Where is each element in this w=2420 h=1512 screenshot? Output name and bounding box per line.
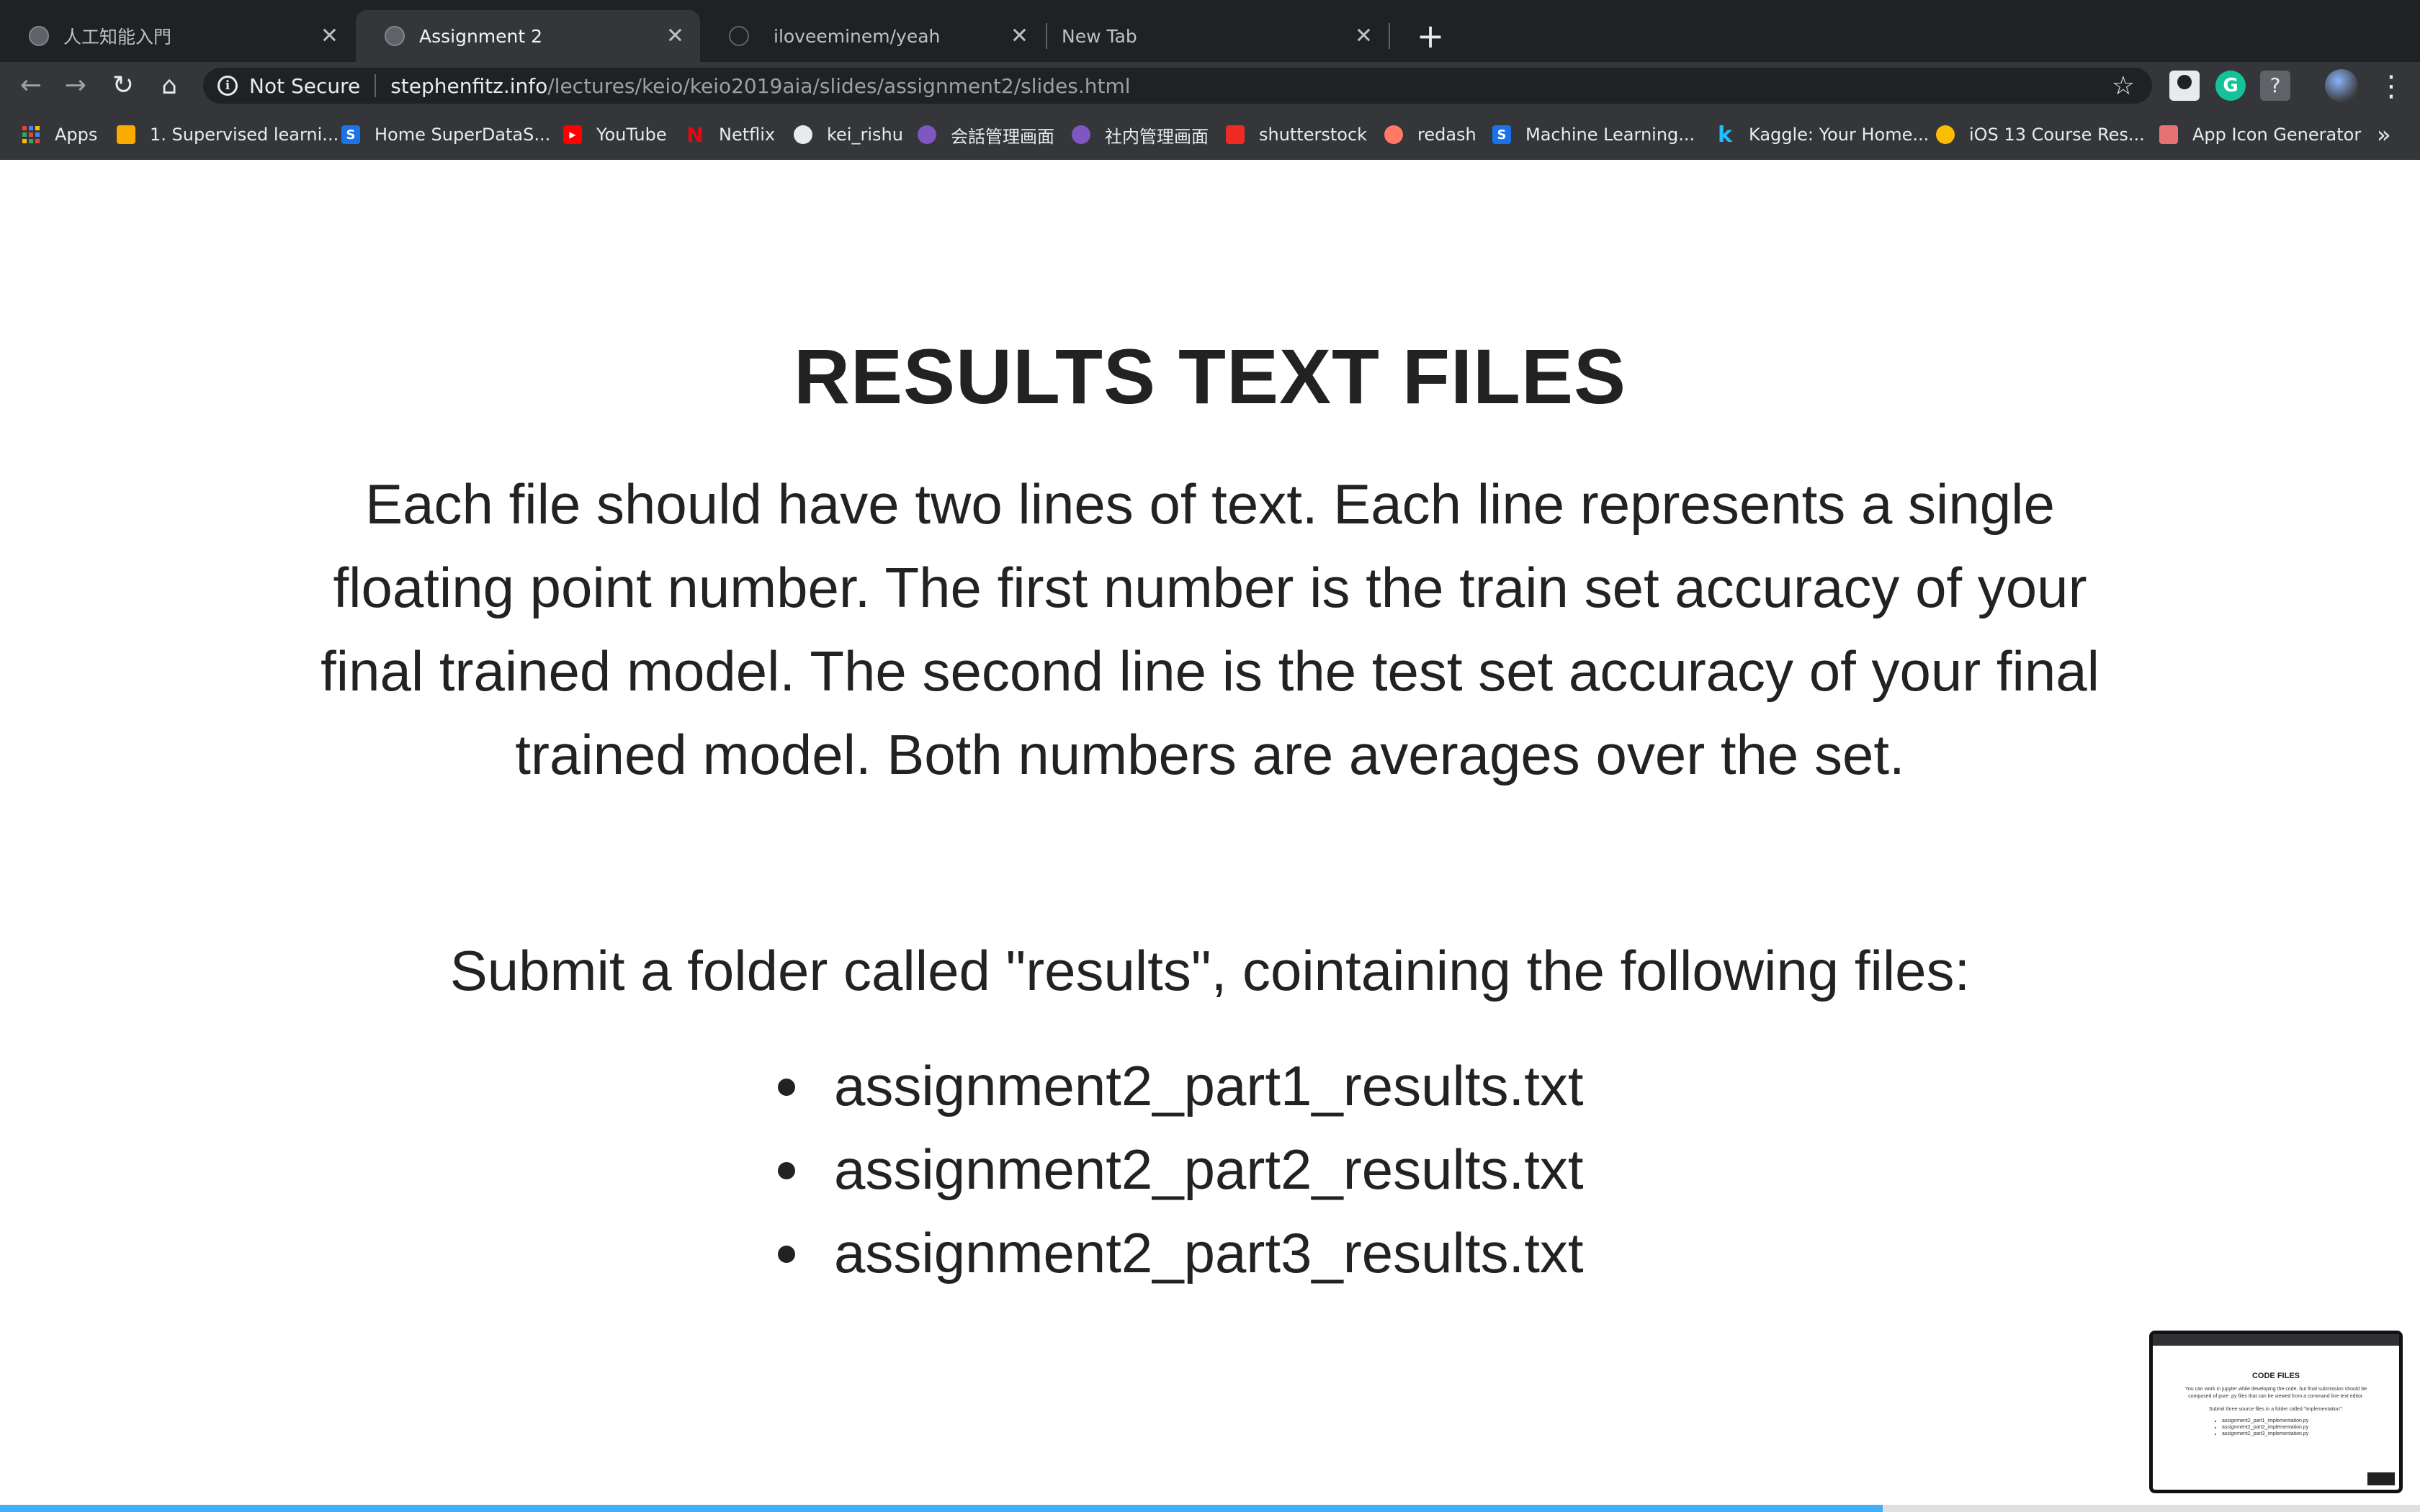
bookmark-app-icon-generator[interactable]: App Icon Generator: [2159, 109, 2361, 160]
slide-paragraph: Each file should have two lines of text.…: [321, 472, 2099, 786]
bookmark-kaggle[interactable]: k Kaggle: Your Home...: [1716, 109, 1929, 160]
apps-grid-icon: [22, 125, 40, 144]
bookmark-youtube[interactable]: ▶ YouTube: [563, 109, 667, 160]
slide-preview-thumbnail[interactable]: CODE FILES You can work in jupyter while…: [2149, 1331, 2403, 1493]
slide-viewport: RESULTS TEXT FILES Each file should have…: [0, 160, 2420, 1512]
bookmark-label: iOS 13 Course Res...: [1969, 125, 2145, 145]
tab-title: 人工知能入門: [63, 27, 172, 48]
preview-file-list: assignment2_part1_implementation.py assi…: [2222, 1418, 2399, 1437]
globe-icon: [794, 125, 812, 144]
bookmark-label: Machine Learning...: [1525, 125, 1695, 145]
bookmark-ios13-course[interactable]: iOS 13 Course Res...: [1936, 109, 2145, 160]
list-item: assignment2_part2_implementation.py: [2222, 1424, 2399, 1431]
bookmark-label: 社内管理画面: [1105, 126, 1209, 147]
preview-controls: [2367, 1472, 2395, 1485]
bookmark-label: App Icon Generator: [2192, 125, 2362, 145]
bookmark-star-icon[interactable]: ☆: [2112, 71, 2135, 101]
tab-github[interactable]: iloveeminem/yeah ✕: [700, 10, 1044, 62]
reload-button[interactable]: ↻: [104, 66, 143, 105]
bookmark-machine-learning[interactable]: S Machine Learning...: [1492, 109, 1695, 160]
bookmarks-overflow-button[interactable]: »: [2377, 109, 2391, 160]
tab-new-tab[interactable]: New Tab ✕: [1047, 10, 1389, 62]
kaggle-icon: k: [1718, 122, 1732, 148]
shutterstock-icon: [1226, 125, 1245, 144]
redash-icon: [1384, 125, 1403, 144]
bookmark-label: Apps: [55, 125, 98, 145]
tab-title: iloveeminem/yeah: [774, 25, 941, 47]
close-icon[interactable]: ✕: [321, 24, 339, 49]
bookmark-netflix[interactable]: N Netflix: [686, 109, 775, 160]
preview-text: Submit three source files in a folder ca…: [2208, 1407, 2344, 1412]
github-icon: [729, 26, 749, 46]
omnibox-divider: [375, 74, 377, 97]
bookmark-label: shutterstock: [1259, 125, 1368, 145]
bookmark-label: Kaggle: Your Home...: [1749, 125, 1930, 145]
preview-text: You can work in jupyter while developing…: [2184, 1387, 2367, 1399]
back-button[interactable]: ←: [12, 66, 50, 105]
url-path[interactable]: /lectures/keio/keio2019aia/slides/assign…: [547, 74, 1130, 98]
list-item: assignment2_part3_results.txt: [778, 1211, 1584, 1295]
tab-title: Assignment 2: [419, 25, 543, 47]
extension-icon[interactable]: [2169, 71, 2200, 101]
new-tab-button[interactable]: +: [1409, 14, 1452, 58]
bookmark-shutterstock[interactable]: shutterstock: [1226, 109, 1367, 160]
slide-progress-fill: [0, 1505, 1883, 1512]
org-icon: [918, 125, 936, 144]
bookmark-conversation-admin[interactable]: 会話管理画面: [918, 109, 1054, 160]
close-icon[interactable]: ✕: [1010, 24, 1028, 49]
superdatascience-icon: S: [1492, 125, 1511, 144]
close-icon[interactable]: ✕: [1355, 24, 1373, 49]
preview-title: CODE FILES: [2251, 1372, 2300, 1380]
avatar[interactable]: [2325, 69, 2358, 102]
close-icon[interactable]: ✕: [666, 24, 684, 49]
bookmark-label: Netflix: [719, 125, 776, 145]
grammarly-icon[interactable]: G: [2215, 71, 2246, 101]
app-icon-generator-icon: [2159, 125, 2178, 144]
tab-strip: 人工知能入門 ✕ Assignment 2 ✕ iloveeminem/yeah…: [0, 0, 2420, 62]
globe-icon: [29, 26, 49, 46]
help-extension-icon[interactable]: ?: [2260, 71, 2290, 101]
bookmark-label: YouTube: [596, 125, 667, 145]
bookmark-redash[interactable]: redash: [1384, 109, 1476, 160]
page-title: RESULTS TEXT FILES: [793, 333, 1627, 420]
bookmark-kei-rishu[interactable]: kei_rishu: [794, 109, 903, 160]
forward-button[interactable]: →: [56, 66, 95, 105]
url-host[interactable]: stephenfitz.info: [390, 74, 547, 98]
list-item: assignment2_part3_implementation.py: [2222, 1431, 2399, 1437]
info-icon[interactable]: i: [218, 76, 238, 96]
list-item: assignment2_part1_results.txt: [778, 1044, 1584, 1128]
bookmark-label: Home SuperDataS...: [375, 125, 551, 145]
results-file-list: assignment2_part1_results.txt assignment…: [778, 1044, 1584, 1295]
bookmarks-bar: Apps 1. Supervised learni... S Home Supe…: [0, 109, 2420, 160]
bookmark-label: 会話管理画面: [951, 126, 1054, 147]
superdatascience-icon: S: [341, 125, 360, 144]
tab-ai-intro[interactable]: 人工知能入門 ✕: [0, 10, 354, 62]
tab-divider: [1389, 23, 1390, 49]
preview-browser-bar: [2153, 1334, 2399, 1346]
course-icon: [1936, 125, 1955, 144]
security-label[interactable]: Not Secure: [249, 74, 360, 98]
address-bar[interactable]: i Not Secure stephenfitz.info/lectures/k…: [203, 68, 2152, 104]
bookmark-label: 1. Supervised learni...: [150, 125, 339, 145]
org-icon: [1072, 125, 1090, 144]
bookmark-icon: [117, 125, 135, 144]
list-item: assignment2_part2_results.txt: [778, 1128, 1584, 1211]
bookmark-superdatascience[interactable]: S Home SuperDataS...: [341, 109, 550, 160]
bookmark-label: kei_rishu: [827, 125, 903, 145]
bookmark-internal-admin[interactable]: 社内管理画面: [1072, 109, 1209, 160]
more-menu-icon[interactable]: ⋮: [2377, 66, 2406, 107]
slide-progress-bar: [0, 1505, 2420, 1512]
home-button[interactable]: ⌂: [150, 66, 189, 105]
slide-paragraph-submit: Submit a folder called "results", cointa…: [449, 939, 1971, 1002]
youtube-icon: ▶: [563, 125, 582, 144]
list-item: assignment2_part1_implementation.py: [2222, 1418, 2399, 1424]
bookmark-supervised-learning[interactable]: 1. Supervised learni...: [117, 109, 339, 160]
tab-assignment-2[interactable]: Assignment 2 ✕: [356, 10, 700, 62]
netflix-icon: N: [686, 122, 704, 147]
globe-icon: [385, 26, 405, 46]
bookmark-apps[interactable]: Apps: [22, 109, 97, 160]
browser-toolbar: ← → ↻ ⌂ i Not Secure stephenfitz.info/le…: [0, 62, 2420, 109]
bookmark-label: redash: [1417, 125, 1476, 145]
tab-title: New Tab: [1062, 25, 1137, 47]
